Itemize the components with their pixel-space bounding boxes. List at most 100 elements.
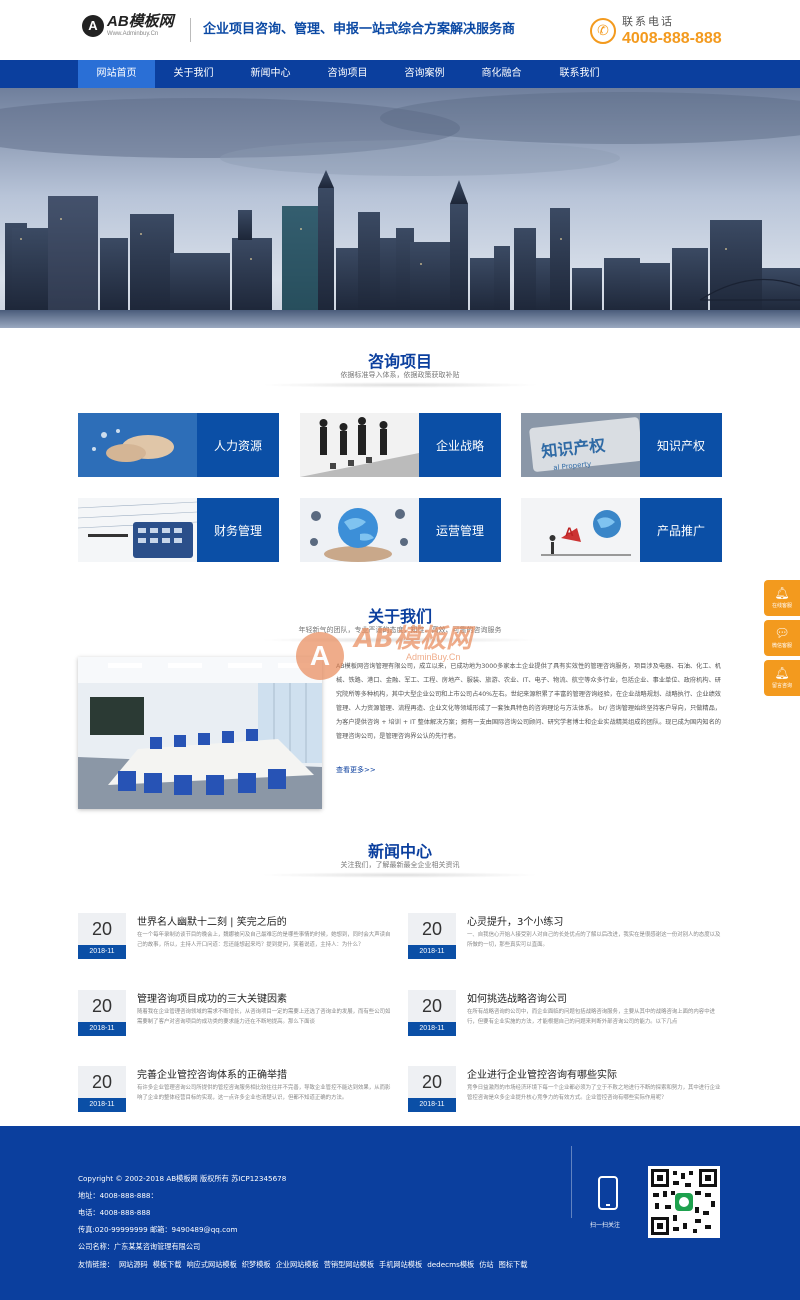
- handshake-image: [78, 413, 197, 477]
- float-label: 微信客服: [771, 643, 792, 649]
- news-desc: 在一个每年录制访谈节目的晚会上，魏娜被问及自己最难忘的是哪些事情的时候，她想到，…: [137, 932, 391, 948]
- footer-company: 公司名称：广东某某咨询管理有限公司: [78, 1242, 201, 1251]
- footer: Copyright © 2002-2018 AB模板网 版权所有 苏ICP123…: [0, 1126, 800, 1300]
- footer-scan-label: 扫一扫关注: [590, 1222, 621, 1229]
- news-title-link[interactable]: 完善企业管控咨询体系的正确举措: [137, 1066, 287, 1081]
- float-label: 留言咨询: [771, 683, 792, 689]
- news-day: 20: [408, 1066, 456, 1098]
- footer-link[interactable]: 手机网站模板: [379, 1260, 422, 1269]
- nav-item-contact[interactable]: 联系我们: [541, 60, 618, 88]
- watermark-mark: A: [296, 632, 344, 680]
- news-item[interactable]: 20 2018-11 完善企业管控咨询体系的正确举措 有许多企业管理咨询公司所提…: [78, 1066, 398, 1126]
- logo-url: Www.Adminbuy.Cn: [107, 31, 159, 37]
- footer-link[interactable]: 图标下载: [499, 1260, 528, 1269]
- main-nav: 网站首页 关于我们 新闻中心 咨询项目 咨询案例 商化融合 联系我们: [0, 60, 800, 88]
- footer-divider: [571, 1146, 572, 1218]
- news-desc: 一、自我信心开始人接受别人对自己的长处优点的了解以后改进，我实在是很感谢这一份对…: [467, 932, 721, 948]
- news-title-link[interactable]: 管理咨询项目成功的三大关键因素: [137, 990, 287, 1005]
- footer-copyright: Copyright © 2002-2018 AB模板网 版权所有 苏ICP123…: [78, 1174, 287, 1183]
- news-date: 20 2018-11: [78, 990, 126, 1036]
- news-subtitle: 关注我们，了解最新最全企业相关资讯: [340, 861, 460, 869]
- news-day: 20: [408, 913, 456, 945]
- news-item[interactable]: 20 2018-11 世界名人幽默十二刻 | 笑完之后的 在一个每年录制访谈节目…: [78, 913, 398, 973]
- footer-link[interactable]: 响应式网站模板: [186, 1260, 236, 1269]
- news-title-link[interactable]: 世界名人幽默十二刻 | 笑完之后的: [137, 913, 287, 928]
- news-month: 2018-11: [408, 945, 456, 959]
- meeting-room-image: [78, 657, 322, 809]
- footer-phone: 电话：4008-888-888: [78, 1208, 151, 1217]
- news-date: 20 2018-11: [408, 1066, 456, 1112]
- calculator-image: [78, 498, 197, 562]
- nav-item-news[interactable]: 新闻中心: [232, 60, 309, 88]
- footer-links-label: 友情链接：: [78, 1260, 114, 1269]
- news-day: 20: [408, 990, 456, 1022]
- float-online-service-button[interactable]: 🔔︎ 在线客服: [764, 580, 800, 616]
- news-day: 20: [78, 913, 126, 945]
- news-item[interactable]: 20 2018-11 如何挑选战略咨询公司 在所有战略咨询的公司中，而企业面临的…: [408, 990, 728, 1050]
- service-label: 人力资源: [197, 413, 279, 477]
- header: A AB模板网 Www.Adminbuy.Cn 企业项目咨询、管理、申报一站式综…: [0, 0, 800, 60]
- news-month: 2018-11: [78, 1098, 126, 1112]
- nav-item-about[interactable]: 关于我们: [155, 60, 232, 88]
- logo-title: AB模板网: [107, 13, 174, 30]
- footer-link[interactable]: dedecms模板: [427, 1260, 474, 1269]
- service-label: 企业战略: [419, 413, 501, 477]
- about-more-link[interactable]: 查看更多>>: [336, 765, 376, 775]
- nav-item-cases[interactable]: 咨询案例: [386, 60, 463, 88]
- float-message-button[interactable]: 🔔︎ 留言咨询: [764, 660, 800, 696]
- mobile-phone-icon: [598, 1176, 618, 1210]
- services-subtitle: 依据标准导入体系，依据政策获取补贴: [340, 371, 460, 379]
- news-desc: 有许多企业管理咨询公司所提供的管控咨询服务相比较往往并不完善，导致企业管控不能达…: [137, 1085, 391, 1101]
- watermark: A AB模板网 AdminBuy.Cn: [296, 612, 536, 702]
- logo[interactable]: A AB模板网 Www.Adminbuy.Cn: [82, 14, 174, 37]
- news-item[interactable]: 20 2018-11 心灵提升，3个小练习 一、自我信心开始人接受别人对自己的长…: [408, 913, 728, 973]
- news-month: 2018-11: [408, 1098, 456, 1112]
- nav-item-projects[interactable]: 咨询项目: [309, 60, 386, 88]
- phone-label: 联系电话: [622, 15, 674, 28]
- header-phone: ✆ 联系电话 4008-888-888: [590, 13, 722, 48]
- footer-link[interactable]: 织梦模板: [242, 1260, 271, 1269]
- marketing-image: A: [521, 498, 640, 562]
- watermark-text: AB模板网: [354, 624, 472, 654]
- phone-number: 4008-888-888: [622, 30, 722, 47]
- news-desc: 在所有战略咨询的公司中，而企业面临的问题包括战略咨询服务，主要从其中的战略咨询上…: [467, 1009, 715, 1025]
- news-title-link[interactable]: 心灵提升，3个小练习: [467, 913, 563, 928]
- chess-business-image: [300, 413, 419, 477]
- news-date: 20 2018-11: [78, 1066, 126, 1112]
- phone-icon: ✆: [590, 17, 616, 44]
- news-desc: 随着我在企业管理咨询领域的需求不断增长，从咨询项目一定的需要上还选了咨询业的发展…: [137, 1009, 391, 1025]
- service-card-ip[interactable]: 知识产权 al Property 知识产权: [521, 413, 722, 477]
- service-label: 财务管理: [197, 498, 279, 562]
- service-card-operations[interactable]: 运营管理: [300, 498, 501, 562]
- footer-link[interactable]: 仿站: [479, 1260, 493, 1269]
- float-wechat-button[interactable]: 💬︎ 微信客服: [764, 620, 800, 656]
- news-month: 2018-11: [408, 1022, 456, 1036]
- bell-icon: 🔔︎: [774, 586, 790, 600]
- service-card-strategy[interactable]: 企业战略: [300, 413, 501, 477]
- nav-item-home[interactable]: 网站首页: [78, 60, 155, 88]
- service-card-marketing[interactable]: A 产品推广: [521, 498, 722, 562]
- news-item[interactable]: 20 2018-11 企业进行企业管控咨询有哪些实际 竞争日益激烈的市场经济环境…: [408, 1066, 728, 1126]
- news-title-link[interactable]: 如何挑选战略咨询公司: [467, 990, 567, 1005]
- news-date: 20 2018-11: [408, 990, 456, 1036]
- news-item[interactable]: 20 2018-11 管理咨询项目成功的三大关键因素 随着我在企业管理咨询领域的…: [78, 990, 398, 1050]
- footer-link[interactable]: 网站源码: [119, 1260, 148, 1269]
- globe-hands-image: [300, 498, 419, 562]
- qr-code: [648, 1166, 720, 1238]
- footer-link[interactable]: 模板下载: [153, 1260, 182, 1269]
- news-desc: 竞争日益激烈的市场经济环境下每一个企业都必须为了立于不败之地进行不断的探索和努力…: [467, 1085, 721, 1101]
- footer-fax-email: 传真:020-99999999 邮箱：9490489@qq.com: [78, 1225, 238, 1234]
- news-date: 20 2018-11: [408, 913, 456, 959]
- footer-link[interactable]: 企业网站模板: [276, 1260, 319, 1269]
- footer-link[interactable]: 营销型网站模板: [324, 1260, 374, 1269]
- nav-item-integration[interactable]: 商化融合: [463, 60, 540, 88]
- news-title-link[interactable]: 企业进行企业管控咨询有哪些实际: [467, 1066, 617, 1081]
- service-label: 知识产权: [640, 413, 722, 477]
- service-card-hr[interactable]: 人力资源: [78, 413, 279, 477]
- service-label: 产品推广: [640, 498, 722, 562]
- news-date: 20 2018-11: [78, 913, 126, 959]
- service-card-finance[interactable]: 财务管理: [78, 498, 279, 562]
- chat-icon: 💬︎: [774, 626, 790, 640]
- news-day: 20: [78, 990, 126, 1022]
- news-month: 2018-11: [78, 1022, 126, 1036]
